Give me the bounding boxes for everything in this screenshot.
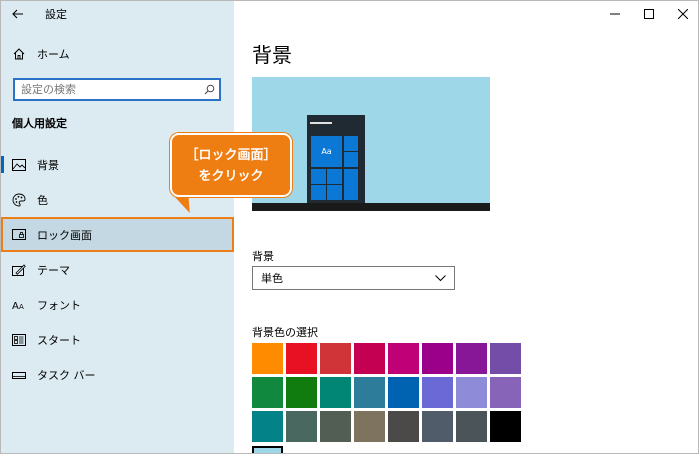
sidebar-item-label: 背景 — [37, 158, 59, 172]
preview-taskbar — [252, 203, 490, 211]
sidebar-item-label: スタート — [37, 333, 81, 347]
sidebar-item-start[interactable]: スタート — [1, 322, 234, 357]
preview-tile — [344, 152, 358, 167]
app-title: 設定 — [45, 8, 67, 21]
color-swatch[interactable] — [252, 411, 283, 442]
maximize-icon — [644, 9, 654, 19]
back-arrow-icon — [12, 9, 23, 19]
preview-tile — [311, 169, 326, 184]
window-controls — [598, 1, 698, 27]
search-input[interactable] — [15, 80, 199, 99]
theme-icon — [12, 263, 26, 277]
taskbar-icon — [12, 368, 26, 382]
start-menu-preview: Aa — [307, 115, 365, 203]
selected-color-swatch[interactable] — [252, 446, 283, 453]
preview-bar — [310, 122, 332, 124]
color-swatch[interactable] — [422, 411, 453, 442]
preview-tile — [344, 136, 358, 151]
color-swatch[interactable] — [286, 411, 317, 442]
sidebar-item-label: 色 — [37, 193, 48, 207]
color-swatch[interactable] — [456, 377, 487, 408]
color-swatch[interactable] — [320, 343, 351, 374]
sidebar-item-label: フォント — [37, 298, 81, 312]
preview-tile — [327, 185, 342, 200]
sidebar-item-label: タスク バー — [37, 368, 96, 382]
sidebar: 設定 ホーム 個人用設定 背景 色 — [1, 1, 234, 453]
background-dropdown-value: 単色 — [261, 272, 283, 285]
color-swatch[interactable] — [286, 377, 317, 408]
color-swatch-grid — [252, 343, 521, 442]
back-button[interactable] — [1, 1, 35, 27]
font-icon: AA — [12, 298, 26, 312]
color-swatch[interactable] — [490, 343, 521, 374]
color-swatch[interactable] — [354, 411, 385, 442]
color-swatch[interactable] — [422, 377, 453, 408]
content-pane: 背景 Aa 背景 単色 背景色の選択 — [234, 1, 698, 453]
sidebar-item-taskbar[interactable]: タスク バー — [1, 357, 234, 392]
page-title: 背景 — [252, 43, 292, 67]
background-label: 背景 — [252, 250, 274, 263]
callout-line-2: をクリック — [198, 169, 264, 184]
maximize-button[interactable] — [632, 1, 666, 27]
preview-tile-main: Aa — [311, 136, 342, 167]
color-swatch[interactable] — [388, 377, 419, 408]
color-swatch[interactable] — [490, 377, 521, 408]
search-box[interactable] — [13, 78, 221, 101]
start-icon — [12, 333, 26, 347]
color-swatch[interactable] — [388, 343, 419, 374]
color-swatch[interactable] — [286, 343, 317, 374]
settings-window: 設定 ホーム 個人用設定 背景 色 — [0, 0, 699, 454]
palette-icon — [12, 193, 26, 207]
background-dropdown[interactable]: 単色 — [252, 266, 455, 290]
close-icon — [678, 9, 688, 19]
sidebar-item-fonts[interactable]: AA フォント — [1, 287, 234, 322]
color-section-label: 背景色の選択 — [252, 326, 318, 339]
sidebar-item-label: テーマ — [37, 263, 70, 277]
preview-tile — [344, 169, 358, 200]
color-swatch[interactable] — [354, 377, 385, 408]
section-heading: 個人用設定 — [12, 117, 67, 130]
color-swatch[interactable] — [456, 343, 487, 374]
preview-tile — [311, 185, 326, 200]
lock-screen-icon — [12, 228, 26, 242]
color-swatch[interactable] — [422, 343, 453, 374]
svg-text:A: A — [12, 301, 19, 311]
close-button[interactable] — [666, 1, 698, 27]
nav-home[interactable]: ホーム — [1, 41, 234, 67]
home-icon — [12, 47, 26, 61]
sidebar-item-lock-screen[interactable]: ロック画面 — [1, 217, 234, 252]
color-swatch[interactable] — [388, 411, 419, 442]
color-swatch[interactable] — [320, 411, 351, 442]
sidebar-item-label: ロック画面 — [37, 228, 92, 242]
image-icon — [12, 158, 26, 172]
minimize-button[interactable] — [598, 1, 632, 27]
color-swatch[interactable] — [252, 343, 283, 374]
color-swatch[interactable] — [320, 377, 351, 408]
color-swatch[interactable] — [490, 411, 521, 442]
nav-home-label: ホーム — [37, 48, 70, 61]
preview-tile — [327, 169, 342, 184]
minimize-icon — [610, 13, 620, 15]
title-bar: 設定 — [1, 1, 234, 27]
sidebar-item-theme[interactable]: テーマ — [1, 252, 234, 287]
color-swatch[interactable] — [456, 411, 487, 442]
svg-text:A: A — [19, 303, 24, 311]
callout-line-1: ［ロック画面］ — [185, 148, 277, 163]
instruction-callout: ［ロック画面］ をクリック — [170, 133, 292, 197]
search-icon[interactable] — [199, 80, 219, 99]
color-swatch[interactable] — [252, 377, 283, 408]
chevron-down-icon — [435, 274, 446, 281]
color-swatch[interactable] — [354, 343, 385, 374]
